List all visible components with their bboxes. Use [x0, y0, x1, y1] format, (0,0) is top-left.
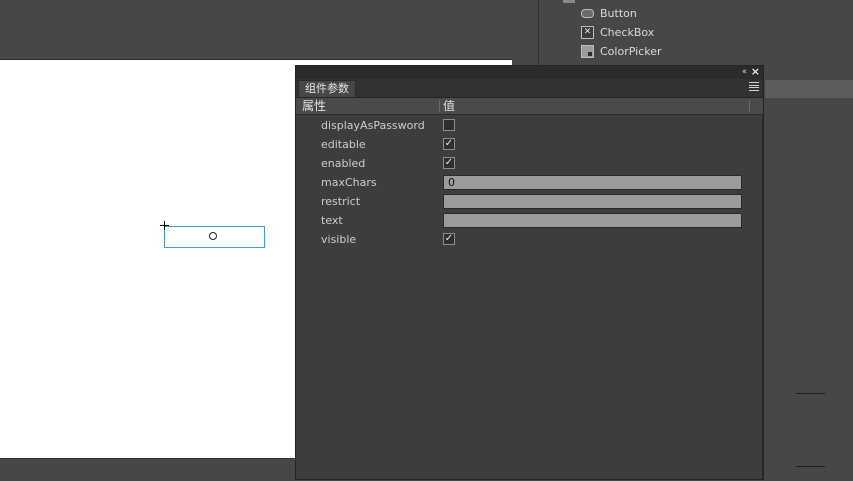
checkmark-icon: ✓ [444, 138, 454, 149]
param-row-enabled: enabled ✓ [296, 154, 763, 173]
divider-line [796, 393, 825, 394]
panel-menu-icon[interactable] [749, 82, 759, 91]
param-row-visible: visible ✓ [296, 230, 763, 249]
column-header-value[interactable]: 值 [443, 99, 455, 113]
tab-component-parameters[interactable]: 组件参数 [298, 80, 356, 97]
workspace-area [0, 0, 538, 58]
param-row-text: text [296, 211, 763, 230]
param-checkbox-editable[interactable]: ✓ [443, 138, 455, 150]
param-label: text [321, 214, 343, 227]
panel-edge [762, 114, 763, 479]
param-checkbox-visible[interactable]: ✓ [443, 233, 455, 245]
param-label: editable [321, 138, 366, 151]
param-label: visible [321, 233, 357, 246]
panel-tab-row: 组件参数 [296, 79, 763, 98]
library-item-label: Button [600, 6, 637, 20]
param-label: enabled [321, 157, 366, 170]
registration-cross-icon-vertical [164, 221, 165, 230]
right-side-panel [764, 100, 853, 480]
param-field-text[interactable] [443, 213, 742, 228]
param-label: maxChars [321, 176, 377, 189]
library-item-button[interactable]: Button [581, 4, 637, 22]
button-icon [581, 8, 594, 18]
library-item-colorpicker[interactable]: ColorPicker [581, 42, 661, 60]
column-header-property[interactable]: 属性 [302, 99, 326, 113]
divider-line [796, 466, 825, 467]
param-row-editable: editable ✓ [296, 135, 763, 154]
stage-bottom-bar [0, 458, 296, 481]
param-row-restrict: restrict [296, 192, 763, 211]
panel-titlebar[interactable]: ‹‹ × [296, 65, 763, 79]
library-item-label: CheckBox [600, 25, 655, 39]
close-icon[interactable]: × [751, 65, 760, 78]
component-parameters-panel: ‹‹ × 组件参数 属性 值 displayAsPassword editable… [295, 65, 764, 480]
column-divider[interactable] [749, 100, 750, 112]
param-field-restrict[interactable] [443, 194, 742, 209]
parameters-header: 属性 值 [296, 98, 763, 115]
library-selected-row[interactable] [765, 80, 853, 98]
param-row-maxchars: maxChars 0 [296, 173, 763, 192]
transform-point-icon [209, 232, 217, 240]
collapse-icon[interactable]: ‹‹ [742, 67, 747, 77]
checkbox-icon: ✕ [581, 25, 594, 39]
param-checkbox-enabled[interactable]: ✓ [443, 157, 455, 169]
folder-icon [563, 0, 575, 3]
colorpicker-icon [581, 44, 594, 58]
param-label: restrict [321, 195, 361, 208]
param-row-displayaspassword: displayAsPassword [296, 116, 763, 135]
library-item-label: ColorPicker [600, 44, 662, 58]
param-field-maxchars[interactable]: 0 [443, 175, 742, 190]
checkmark-icon: ✓ [444, 233, 454, 244]
param-checkbox-displayaspassword[interactable] [443, 119, 455, 131]
checkmark-icon: ✓ [444, 157, 454, 168]
column-divider[interactable] [439, 100, 440, 112]
library-item-checkbox[interactable]: ✕ CheckBox [581, 23, 654, 41]
textinput-component[interactable] [164, 226, 265, 248]
param-label: displayAsPassword [321, 119, 425, 132]
